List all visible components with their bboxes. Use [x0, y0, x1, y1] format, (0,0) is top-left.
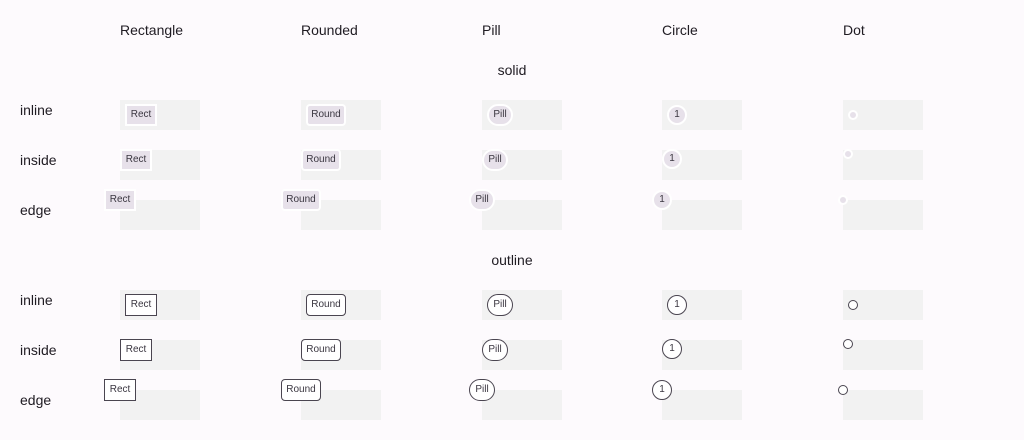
column-header-circle: Circle: [662, 22, 698, 38]
row-label-edge: edge: [20, 202, 52, 218]
badge-solid-rounded-inline: Round: [306, 104, 346, 126]
badge-solid-rounded-edge: Round: [281, 189, 321, 211]
badge-outline-rounded-inline: Round: [306, 294, 346, 316]
badge-outline-pill-inline: Pill: [487, 294, 513, 316]
anchor-box-dot-edge: [843, 200, 923, 230]
badge-outline-dot-inline: [848, 300, 858, 310]
badge-outline-rounded-edge: Round: [281, 379, 321, 401]
badge-solid-circle-inside: 1: [662, 149, 682, 169]
badge-outline-dot-edge: [838, 385, 848, 395]
badge-outline-pill-edge: Pill: [469, 379, 495, 401]
anchor-box-circle-edge: [662, 390, 742, 420]
badge-outline-dot-inside: [843, 339, 853, 349]
badge-outline-circle-inside: 1: [662, 339, 682, 359]
badge-solid-dot-edge: [838, 195, 848, 205]
badge-solid-circle-edge: 1: [652, 190, 672, 210]
badge-solid-pill-edge: Pill: [469, 189, 495, 211]
row-label-inline: inline: [20, 102, 53, 118]
column-header-rect: Rectangle: [120, 22, 184, 38]
column-header-rounded: Rounded: [301, 22, 358, 38]
badge-solid-rounded-inside: Round: [301, 149, 341, 171]
badge-outline-rect-inside: Rect: [120, 339, 152, 361]
column-header-pill: Pill: [482, 22, 501, 38]
anchor-box-circle-edge: [662, 200, 742, 230]
badge-solid-circle-inline: 1: [667, 105, 687, 125]
section-title-solid: solid: [497, 62, 527, 78]
badge-outline-rect-inline: Rect: [125, 294, 157, 316]
badge-outline-circle-inline: 1: [667, 295, 687, 315]
badge-outline-rect-edge: Rect: [104, 379, 136, 401]
badge-solid-rect-inside: Rect: [120, 149, 152, 171]
badge-outline-circle-edge: 1: [652, 380, 672, 400]
badge-solid-rect-edge: Rect: [104, 189, 136, 211]
column-header-dot: Dot: [843, 22, 865, 38]
badge-solid-rect-inline: Rect: [125, 104, 157, 126]
section-title-outline: outline: [491, 252, 533, 268]
row-label-edge: edge: [20, 392, 52, 408]
badge-solid-dot-inside: [843, 149, 853, 159]
row-label-inside: inside: [20, 342, 57, 358]
anchor-box-dot-inside: [843, 150, 923, 180]
badge-outline-rounded-inside: Round: [301, 339, 341, 361]
anchor-box-dot-edge: [843, 390, 923, 420]
row-label-inline: inline: [20, 292, 53, 308]
row-label-inside: inside: [20, 152, 57, 168]
badge-solid-pill-inside: Pill: [482, 149, 508, 171]
anchor-box-dot-inside: [843, 340, 923, 370]
badge-outline-pill-inside: Pill: [482, 339, 508, 361]
badge-solid-dot-inline: [848, 110, 858, 120]
badge-solid-pill-inline: Pill: [487, 104, 513, 126]
